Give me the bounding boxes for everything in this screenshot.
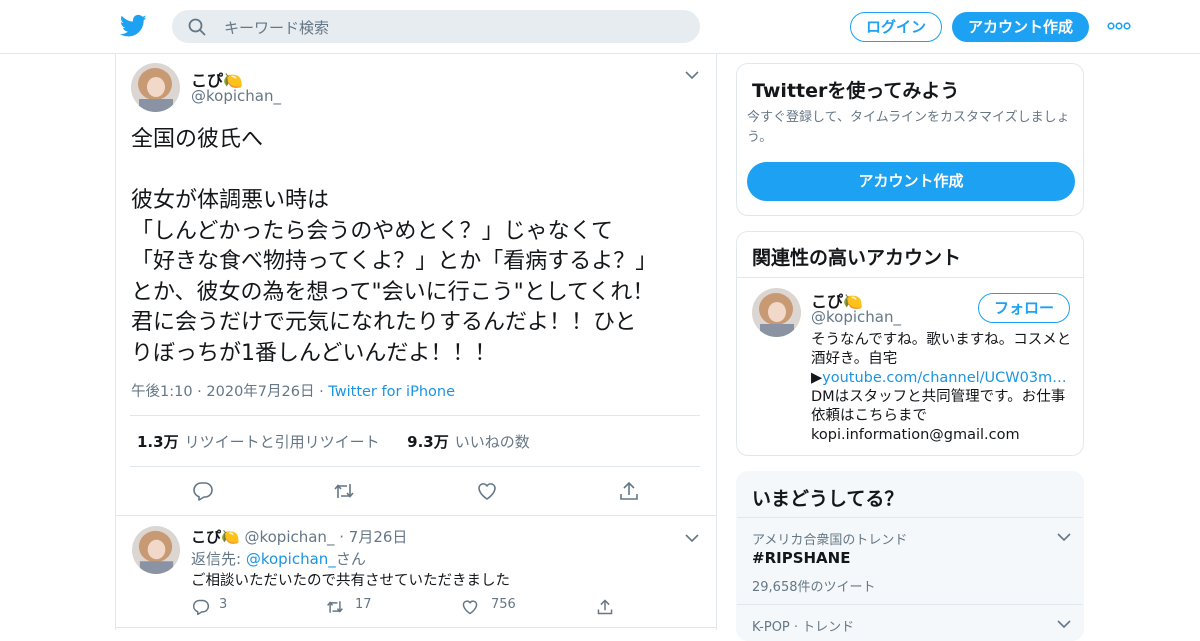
avatar-image (752, 288, 801, 337)
signup-card-title: Twitterを使ってみよう (752, 80, 960, 102)
avatar[interactable] (752, 288, 801, 337)
tweet-text: 全国の彼氏へ 彼女が体調悪い時は 「しんどかったら会うのやめとく？」じゃなくて … (131, 127, 658, 366)
retweet-icon[interactable] (326, 598, 344, 616)
reply-icon[interactable] (192, 598, 210, 616)
likes-stat[interactable]: 9.3万 いいねの数 (407, 433, 530, 451)
like-heart-icon[interactable] (461, 598, 479, 616)
retweets-label: リツイートと引用リツイート (184, 433, 380, 451)
meta-separator: · (197, 384, 207, 400)
bio-text: そうなんですね。歌いますね。コスメと酒好き。自宅 (811, 332, 1072, 367)
reply-header: こぴ🍋 @kopichan_ · 7月26日 (191, 526, 407, 547)
reply-author-handle[interactable]: @kopichan_ (244, 528, 334, 546)
chevron-down-icon[interactable] (685, 533, 699, 543)
divider (130, 415, 700, 416)
divider (737, 277, 1083, 278)
replying-to-suffix: さん (335, 550, 366, 568)
trend-name[interactable]: #RIPSHANE (752, 549, 850, 567)
bio-link-prefix: ▶ (811, 370, 823, 386)
reply-icon[interactable] (192, 480, 214, 502)
replying-to-link[interactable]: @kopichan_ (246, 550, 336, 568)
divider (737, 604, 1083, 605)
reply-text: ご相談いただいたので共有させていただきました (191, 573, 510, 589)
related-accounts-card: 関連性の高いアカウント こぴ🍋 @kopichan_ フォロー そうなんですね。… (736, 231, 1084, 456)
signup-card: Twitterを使ってみよう 今すぐ登録して、タイムラインをカスタマイズしましょ… (736, 63, 1084, 216)
bio-text: DMはスタッフと共同管理です。お仕事依頼はこちらまで (811, 389, 1066, 424)
login-button[interactable]: ログイン (850, 12, 942, 42)
retweets-count: 1.3万 (137, 433, 179, 451)
tweet-date[interactable]: 2020年7月26日 (206, 384, 314, 400)
bio-link[interactable]: youtube.com/channel/UCW03m… (822, 370, 1067, 386)
avatar-image (131, 63, 180, 112)
replying-to-prefix: 返信先: (191, 550, 246, 568)
retweet-count: 17 (355, 597, 372, 612)
trend-context: K-POP · トレンド (752, 620, 855, 635)
search-box[interactable] (172, 10, 700, 43)
chevron-down-icon[interactable] (685, 70, 699, 80)
divider (130, 466, 700, 467)
twitter-logo-icon[interactable] (120, 14, 147, 38)
meta-separator: · (319, 384, 329, 400)
share-icon[interactable] (596, 598, 614, 616)
avatar[interactable] (131, 63, 180, 112)
chevron-down-icon[interactable] (1057, 532, 1071, 542)
divider (116, 515, 716, 516)
bio-email: kopi.information@gmail.com (811, 427, 1020, 443)
reply-count: 3 (219, 597, 228, 612)
reply-date[interactable]: 7月26日 (349, 528, 408, 546)
retweet-icon[interactable] (333, 480, 355, 502)
signup-button[interactable]: アカウント作成 (952, 12, 1089, 42)
avatar[interactable] (132, 526, 180, 574)
share-icon[interactable] (618, 480, 640, 502)
trend-tweet-count: 29,658件のツイート (752, 580, 876, 595)
follow-button[interactable]: フォロー (978, 293, 1070, 323)
like-heart-icon[interactable] (476, 480, 498, 502)
top-bar: ログイン アカウント作成 (0, 0, 1200, 54)
tweet-author-handle[interactable]: @kopichan_ (191, 87, 281, 105)
meta-separator: · (339, 528, 345, 546)
related-account-bio: そうなんですね。歌いますね。コスメと酒好き。自宅 ▶youtube.com/ch… (811, 331, 1073, 445)
like-count: 756 (491, 597, 516, 612)
trend-context: アメリカ合衆国のトレンド (752, 533, 908, 548)
search-icon (188, 18, 206, 36)
related-accounts-title: 関連性の高いアカウント (752, 247, 962, 269)
likes-count: 9.3万 (407, 433, 449, 451)
avatar-image (132, 526, 180, 574)
chevron-down-icon[interactable] (1057, 619, 1071, 629)
likes-label: いいねの数 (454, 433, 530, 451)
more-icon[interactable] (1107, 18, 1131, 34)
retweets-stat[interactable]: 1.3万 リツイートと引用リツイート (137, 433, 380, 451)
signup-card-subtitle: 今すぐ登録して、タイムラインをカスタマイズしましょう。 (747, 110, 1070, 145)
tweet-source-link[interactable]: Twitter for iPhone (328, 384, 455, 400)
divider (737, 517, 1083, 518)
tweet-stats: 1.3万 リツイートと引用リツイート 9.3万 いいねの数 (137, 431, 530, 452)
related-account-handle[interactable]: @kopichan_ (811, 308, 901, 326)
tweet-time[interactable]: 午後1:10 (131, 384, 193, 400)
divider (116, 627, 716, 628)
search-input[interactable] (222, 16, 686, 40)
trends-title: いまどうしてる？ (752, 488, 904, 510)
main-column: こぴ🍋 @kopichan_ 全国の彼氏へ 彼女が体調悪い時は 「しんどかったら… (115, 53, 717, 630)
replying-to: 返信先: @kopichan_さん (191, 548, 366, 569)
tweet-meta: 午後1:10 · 2020年7月26日 · Twitter for iPhone (131, 380, 455, 401)
signup-card-button[interactable]: アカウント作成 (747, 162, 1075, 201)
trends-card: いまどうしてる？ アメリカ合衆国のトレンド #RIPSHANE 29,658件の… (736, 471, 1084, 641)
reply-author-name[interactable]: こぴ🍋 (191, 528, 240, 546)
